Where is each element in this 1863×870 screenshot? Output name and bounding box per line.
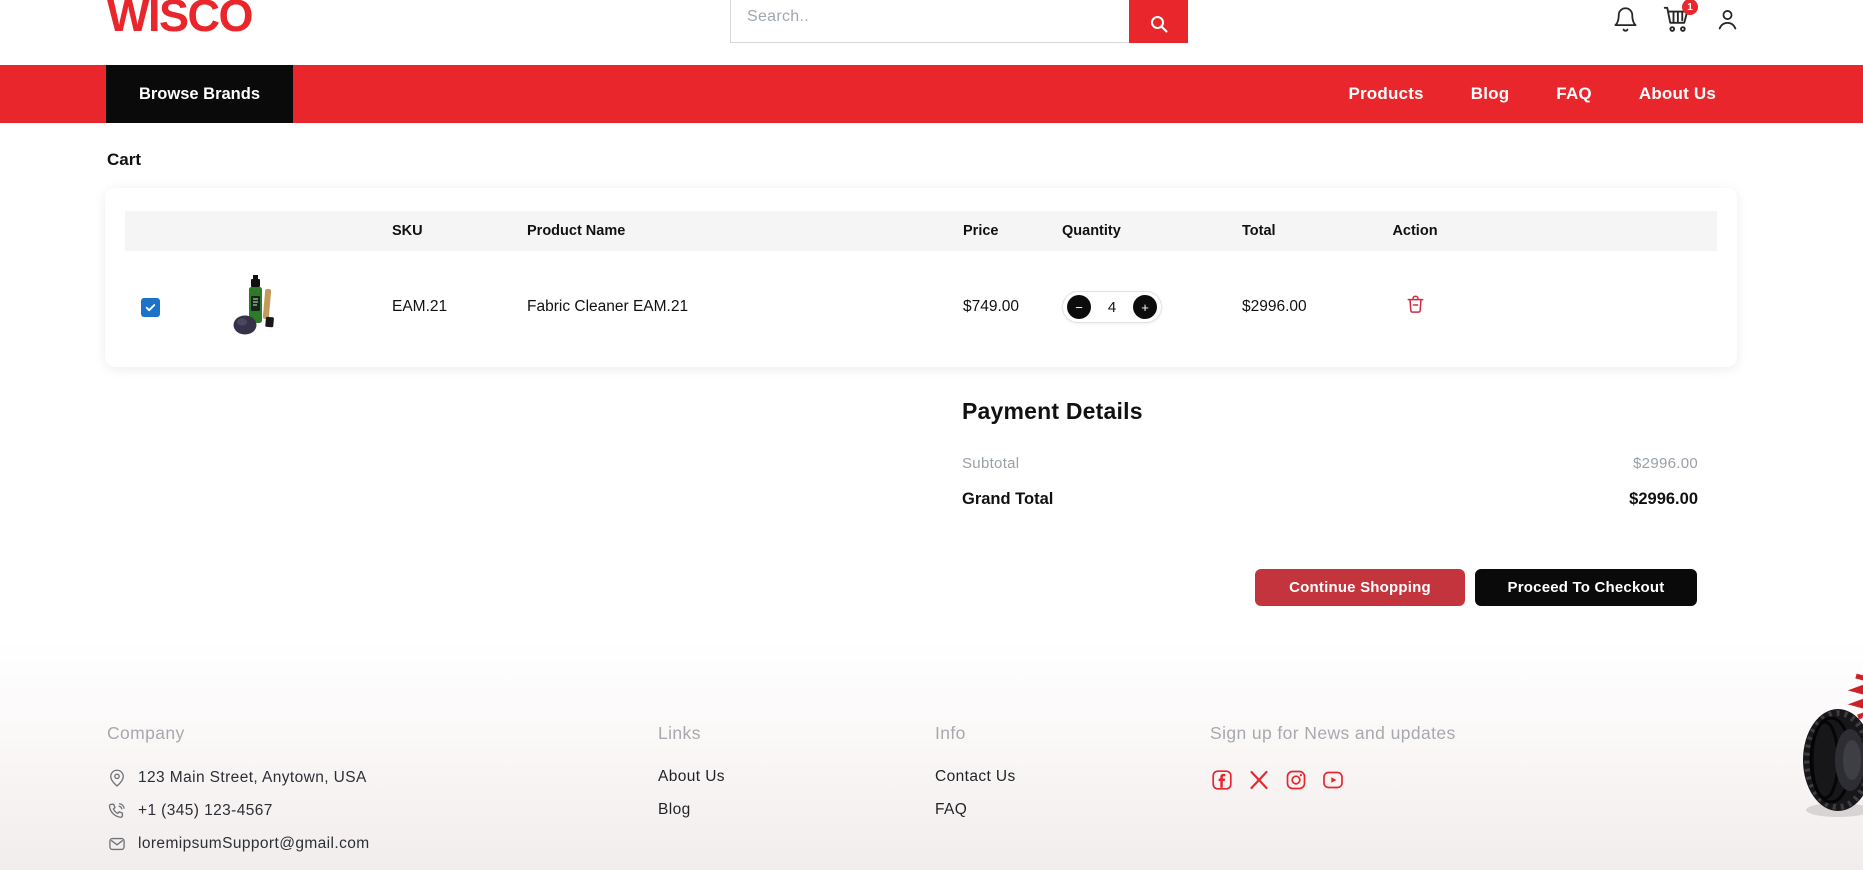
instagram-link[interactable] [1284, 768, 1308, 792]
col-header-total: Total [1230, 223, 1340, 239]
cart-button[interactable]: 1 [1661, 4, 1691, 34]
facebook-icon [1210, 768, 1234, 792]
top-header: WISCO 1 [0, 0, 1863, 65]
item-name: Fabric Cleaner EAM.21 [515, 298, 950, 316]
trash-icon [1404, 293, 1427, 316]
company-heading: Company [107, 723, 370, 744]
col-header-action: Action [1392, 223, 1437, 239]
newsletter-heading: Sign up for News and updates [1210, 723, 1456, 744]
nav-link-products[interactable]: Products [1348, 84, 1423, 104]
company-phone[interactable]: +1 (345) 123-4567 [107, 801, 370, 821]
col-header-product-name: Product Name [515, 223, 950, 239]
footer-link-blog[interactable]: Blog [658, 801, 725, 819]
info-heading: Info [935, 723, 1016, 744]
instagram-icon [1284, 768, 1308, 792]
nav-link-about-us[interactable]: About Us [1639, 84, 1716, 104]
youtube-icon [1321, 768, 1345, 792]
footer-link-contact-us[interactable]: Contact Us [935, 768, 1016, 786]
x-twitter-link[interactable] [1247, 768, 1271, 792]
search-input[interactable] [730, 0, 1129, 43]
nav-link-blog[interactable]: Blog [1471, 84, 1510, 104]
brand-logo[interactable]: WISCO [107, 0, 252, 38]
cart-card: SKU Product Name Price Quantity Total Ac… [105, 188, 1737, 367]
col-header-sku: SKU [380, 223, 515, 239]
browse-brands-button[interactable]: Browse Brands [106, 65, 293, 123]
remove-item-button[interactable] [1404, 293, 1427, 319]
footer: Company 123 Main Street, Anytown, USA +1… [0, 640, 1863, 870]
grand-total-label: Grand Total [962, 490, 1053, 509]
col-header-price: Price [950, 223, 1050, 239]
subtotal-value: $2996.00 [1633, 455, 1698, 472]
youtube-link[interactable] [1321, 768, 1345, 792]
nav-links: Products Blog FAQ About Us [1348, 65, 1716, 123]
facebook-link[interactable] [1210, 768, 1234, 792]
x-icon [1247, 768, 1271, 792]
footer-links-column: Links About Us Blog [658, 723, 725, 834]
links-heading: Links [658, 723, 725, 744]
header-icons: 1 [1610, 4, 1742, 34]
notifications-button[interactable] [1610, 4, 1640, 34]
page-title: Cart [107, 150, 141, 170]
bell-icon [1612, 6, 1639, 33]
nav-link-faq[interactable]: FAQ [1556, 84, 1592, 104]
search-bar [730, 0, 1188, 43]
quantity-stepper: − 4 + [1062, 291, 1162, 323]
item-sku: EAM.21 [380, 298, 515, 316]
tire-suspension-image [1798, 672, 1863, 822]
col-header-quantity: Quantity [1050, 223, 1230, 239]
grand-total-row: Grand Total $2996.00 [962, 490, 1698, 509]
item-total: $2996.00 [1230, 298, 1340, 316]
mail-icon [107, 834, 127, 854]
cart-table-header: SKU Product Name Price Quantity Total Ac… [125, 211, 1717, 251]
quantity-decrease-button[interactable]: − [1067, 295, 1091, 319]
user-icon [1714, 6, 1741, 33]
phone-icon [107, 801, 127, 821]
location-pin-icon [107, 768, 127, 788]
subtotal-row: Subtotal $2996.00 [962, 455, 1698, 472]
item-price: $749.00 [950, 298, 1050, 316]
footer-info-column: Info Contact Us FAQ [935, 723, 1016, 834]
subtotal-label: Subtotal [962, 455, 1019, 472]
search-icon [1147, 12, 1171, 36]
proceed-to-checkout-button[interactable]: Proceed To Checkout [1475, 569, 1697, 606]
cart-badge: 1 [1682, 0, 1698, 15]
profile-button[interactable] [1712, 4, 1742, 34]
company-address: 123 Main Street, Anytown, USA [107, 768, 370, 788]
product-image [233, 272, 283, 338]
check-icon [144, 301, 157, 314]
quantity-increase-button[interactable]: + [1133, 295, 1157, 319]
footer-link-about-us[interactable]: About Us [658, 768, 725, 786]
company-email[interactable]: loremipsumSupport@gmail.com [107, 834, 370, 854]
main-navbar: Browse Brands Products Blog FAQ About Us [0, 65, 1863, 123]
social-icons-row [1210, 768, 1456, 792]
quantity-value: 4 [1108, 299, 1116, 316]
search-button[interactable] [1129, 0, 1188, 43]
footer-company-column: Company 123 Main Street, Anytown, USA +1… [107, 723, 370, 867]
footer-newsletter-column: Sign up for News and updates [1210, 723, 1456, 792]
footer-link-faq[interactable]: FAQ [935, 801, 1016, 819]
grand-total-value: $2996.00 [1629, 490, 1698, 509]
payment-details-title: Payment Details [962, 398, 1143, 425]
item-checkbox[interactable] [141, 298, 160, 317]
cart-item-row: EAM.21 Fabric Cleaner EAM.21 $749.00 − 4… [125, 251, 1717, 363]
continue-shopping-button[interactable]: Continue Shopping [1255, 569, 1465, 606]
